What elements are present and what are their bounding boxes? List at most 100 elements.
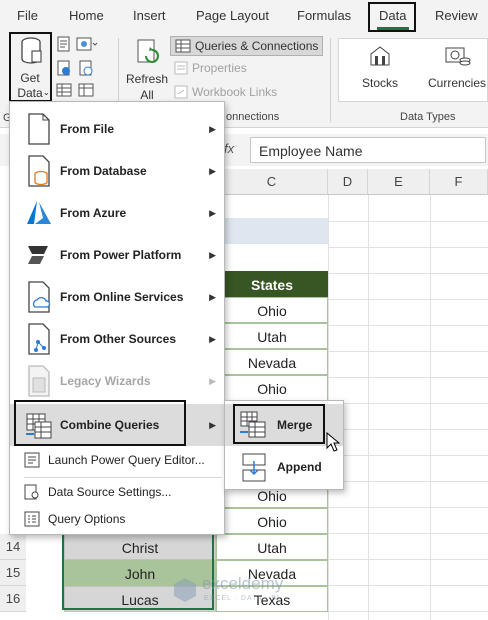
refresh-all-button[interactable]: Refresh All xyxy=(124,36,170,102)
online-services-icon xyxy=(28,281,51,313)
database-file-icon xyxy=(28,155,50,187)
properties-label: Properties xyxy=(192,61,247,75)
active-tab-underline xyxy=(377,27,409,30)
menu-item-from-database[interactable]: From Database ▶ xyxy=(10,150,224,192)
gridline xyxy=(328,507,488,508)
power-platform-icon xyxy=(28,246,48,264)
column-header-e[interactable]: E xyxy=(368,169,430,195)
from-picture-icon[interactable] xyxy=(76,36,98,52)
stocks-label: Stocks xyxy=(361,76,398,90)
gridline xyxy=(328,481,488,482)
mouse-pointer-icon xyxy=(326,432,341,452)
tab-file[interactable]: File xyxy=(17,8,38,23)
menu-label: Launch Power Query Editor... xyxy=(48,453,205,467)
state-cell[interactable]: Ohio xyxy=(216,508,328,534)
menu-label: Query Options xyxy=(48,512,126,526)
state-cell[interactable]: Nevada xyxy=(216,349,328,375)
gridline xyxy=(328,299,488,300)
get-data-menu: From File ▶ From Database ▶ From Azure ▶… xyxy=(9,101,225,535)
column-header-d[interactable]: D xyxy=(328,169,368,195)
column-header-c[interactable]: C xyxy=(216,169,328,195)
gridline xyxy=(328,403,488,404)
from-table-icon[interactable] xyxy=(56,82,72,98)
gridline xyxy=(430,195,431,620)
other-sources-icon xyxy=(28,323,50,355)
menu-label: From File xyxy=(60,122,115,136)
menu-label: From Other Sources xyxy=(60,332,177,346)
properties-icon xyxy=(174,61,188,75)
data-source-settings-icon xyxy=(24,484,39,500)
currencies-button[interactable]: Currencies xyxy=(424,42,488,98)
title-band xyxy=(216,218,328,244)
submenu-arrow-icon: ▶ xyxy=(209,249,216,260)
submenu-arrow-icon: ▶ xyxy=(209,375,216,386)
stocks-button[interactable]: Stocks xyxy=(352,42,408,98)
gridline xyxy=(328,611,488,612)
menu-label: From Power Platform xyxy=(60,248,182,262)
state-cell[interactable]: Utah xyxy=(216,534,328,560)
fx-icon[interactable]: fx xyxy=(224,141,234,156)
formula-input[interactable]: Employee Name xyxy=(250,137,486,163)
menu-item-from-online-services[interactable]: From Online Services ▶ xyxy=(10,276,224,318)
currencies-label: Currencies xyxy=(427,76,487,90)
queries-connections-label: Queries & Connections xyxy=(195,39,319,53)
file-icon xyxy=(28,113,50,145)
menu-item-legacy-wizards[interactable]: Legacy Wizards ▶ xyxy=(10,360,224,402)
existing-connections-icon[interactable] xyxy=(78,82,94,98)
query-options-icon xyxy=(24,511,40,527)
append-icon xyxy=(242,453,266,482)
menu-label: Data Source Settings... xyxy=(48,485,172,499)
exceldemy-logo-icon xyxy=(174,578,196,602)
gridline xyxy=(328,377,488,378)
submenu-arrow-icon: ▶ xyxy=(209,291,216,302)
properties-button[interactable]: Properties xyxy=(174,61,247,75)
menu-label: From Online Services xyxy=(60,290,184,304)
menu-label: Legacy Wizards xyxy=(60,374,151,388)
menu-item-from-power-platform[interactable]: From Power Platform ▶ xyxy=(10,234,224,276)
recent-sources-icon[interactable] xyxy=(78,60,94,76)
stocks-icon xyxy=(370,46,390,66)
from-text-icon[interactable] xyxy=(56,36,72,52)
gridline xyxy=(328,273,488,274)
menu-item-from-azure[interactable]: From Azure ▶ xyxy=(10,192,224,234)
row-header-14[interactable]: 14 xyxy=(0,534,26,560)
menu-item-query-options[interactable]: Query Options xyxy=(10,504,224,534)
menu-label: From Azure xyxy=(60,206,127,220)
queries-icon xyxy=(175,39,191,53)
submenu-arrow-icon: ▶ xyxy=(209,207,216,218)
row-header-16[interactable]: 16 xyxy=(0,586,26,612)
azure-icon xyxy=(27,201,51,224)
gridline xyxy=(328,429,488,430)
submenu-arrow-icon: ▶ xyxy=(209,333,216,344)
tab-insert[interactable]: Insert xyxy=(133,8,166,23)
legacy-wizards-icon xyxy=(28,365,50,397)
submenu-arrow-icon: ▶ xyxy=(209,123,216,134)
state-cell[interactable]: Ohio xyxy=(216,375,328,401)
workbook-links-button[interactable]: Workbook Links xyxy=(174,85,277,99)
gridline xyxy=(328,559,488,560)
workbook-links-icon xyxy=(174,85,188,99)
combine-queries-highlight xyxy=(14,400,186,446)
column-header-f[interactable]: F xyxy=(430,169,488,195)
from-web-icon[interactable] xyxy=(56,60,72,76)
row-header-15[interactable]: 15 xyxy=(0,560,26,586)
state-cell[interactable]: Ohio xyxy=(216,297,328,323)
menu-label: From Database xyxy=(60,164,147,178)
gridline xyxy=(328,351,488,352)
states-header-cell[interactable]: States xyxy=(216,271,328,297)
tab-page-layout[interactable]: Page Layout xyxy=(196,8,269,23)
menu-item-data-source-settings[interactable]: Data Source Settings... xyxy=(10,477,224,507)
queries-connections-button[interactable]: Queries & Connections xyxy=(170,36,324,56)
menu-item-launch-power-query[interactable]: Launch Power Query Editor... xyxy=(10,445,224,475)
gridline xyxy=(328,533,488,534)
tab-home[interactable]: Home xyxy=(69,8,104,23)
menu-item-from-file[interactable]: From File ▶ xyxy=(10,108,224,150)
gridline xyxy=(328,221,488,222)
connections-group-label: onnections xyxy=(226,111,280,123)
submenu-arrow-icon: ▶ xyxy=(209,165,216,176)
tab-formulas[interactable]: Formulas xyxy=(297,8,351,23)
menu-item-from-other-sources[interactable]: From Other Sources ▶ xyxy=(10,318,224,360)
gridline xyxy=(328,247,488,248)
state-cell[interactable]: Utah xyxy=(216,323,328,349)
tab-review[interactable]: Review xyxy=(435,8,478,23)
